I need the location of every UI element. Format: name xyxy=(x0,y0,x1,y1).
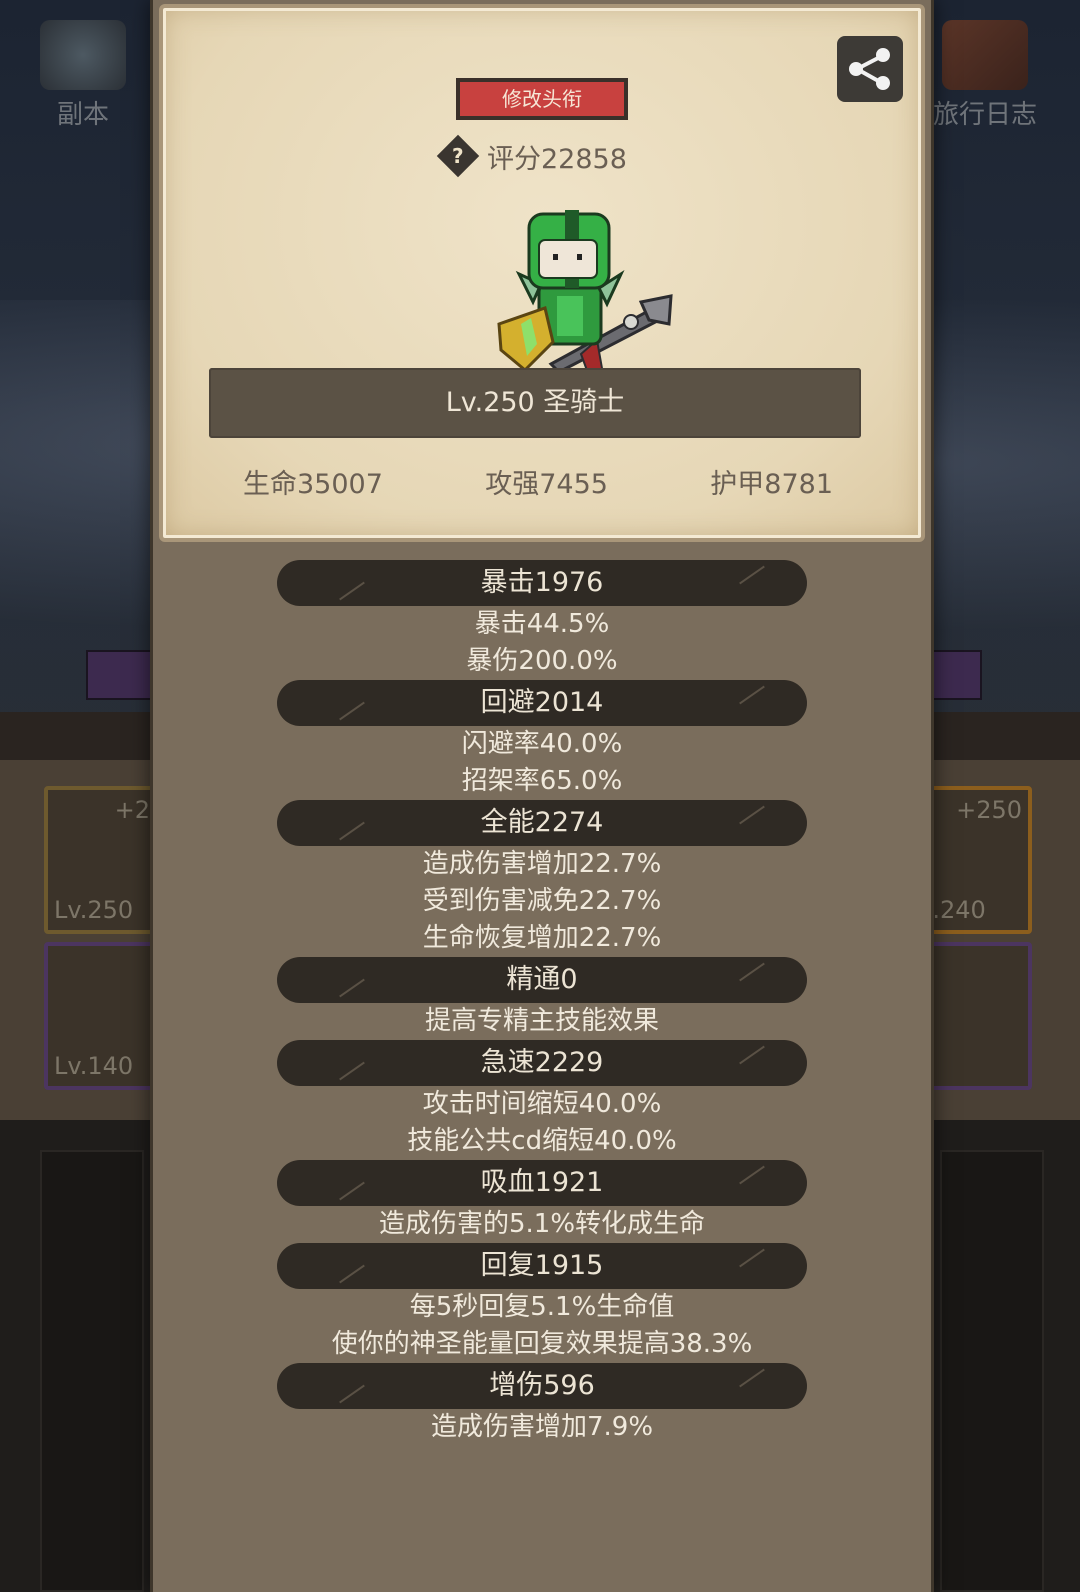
stat-title: 暴击1976 xyxy=(480,567,604,598)
stat-title: 回复1915 xyxy=(480,1250,604,1281)
stat-header-versatility: 全能2274 xyxy=(277,800,807,846)
equipment-slot[interactable]: Lv.140 xyxy=(44,942,160,1090)
equipment-slot[interactable]: +2 Lv.250 xyxy=(44,786,160,934)
stat-title: 回避2014 xyxy=(480,687,604,718)
stat-detail: 生命恢复增加22.7% xyxy=(422,923,662,953)
stat-detail: 每5秒回复5.1%生命值 xyxy=(409,1292,675,1322)
stat-detail: 攻击时间缩短40.0% xyxy=(422,1089,662,1119)
background-column xyxy=(40,1150,144,1592)
armor-stat: 护甲8781 xyxy=(710,469,833,500)
slot-level-label: Lv.250 xyxy=(54,896,134,924)
stat-title: 急速2229 xyxy=(480,1047,604,1078)
hp-stat: 生命35007 xyxy=(243,469,383,500)
stat-detail: 闪避率40.0% xyxy=(461,729,623,759)
class-level-banner: Lv.250 圣骑士 xyxy=(209,368,861,438)
slot-plus-label: +2 xyxy=(114,796,150,824)
travel-log-label: 旅行日志 xyxy=(932,100,1037,130)
stat-header-damage-bonus: 增伤596 xyxy=(277,1363,807,1409)
stat-header-avoidance: 回避2014 xyxy=(277,680,807,726)
stat-detail: 招架率65.0% xyxy=(461,766,623,796)
base-stats-row: 生命35007 攻强7455 护甲8781 xyxy=(193,462,883,506)
dungeon-nav-button[interactable]: 副本 xyxy=(28,20,138,131)
stat-title: 精通0 xyxy=(506,964,578,995)
attack-power-stat: 攻强7455 xyxy=(485,469,608,500)
stat-detail: 造成伤害增加7.9% xyxy=(430,1412,654,1442)
stat-detail: 提高专精主技能效果 xyxy=(424,1006,659,1036)
slot-level-label: Lv.140 xyxy=(54,1052,134,1080)
stat-header-mastery: 精通0 xyxy=(277,957,807,1003)
stat-detail: 暴伤200.0% xyxy=(466,646,618,676)
share-button[interactable] xyxy=(837,36,903,102)
stat-detail: 使你的神圣能量回复效果提高38.3% xyxy=(331,1329,753,1359)
dungeon-label: 副本 xyxy=(56,100,109,130)
stat-title: 吸血1921 xyxy=(480,1167,604,1198)
stat-detail: 造成伤害增加22.7% xyxy=(422,849,662,879)
score-row: ? 评分22858 xyxy=(436,134,627,178)
stat-header-regen: 回复1915 xyxy=(277,1243,807,1289)
stat-header-crit: 暴击1976 xyxy=(277,560,807,606)
background-column xyxy=(940,1150,1044,1592)
score-label: 评分22858 xyxy=(487,143,627,175)
stat-title: 增伤596 xyxy=(489,1370,595,1401)
paladin-character-icon xyxy=(497,210,673,376)
stat-title: 全能2274 xyxy=(480,807,604,838)
stat-detail: 造成伤害的5.1%转化成生命 xyxy=(378,1209,706,1239)
dungeon-icon xyxy=(40,20,126,90)
stat-header-leech: 吸血1921 xyxy=(277,1160,807,1206)
stat-detail: 暴击44.5% xyxy=(474,609,610,639)
secondary-stats-list: 暴击1976 暴击44.5% 暴伤200.0% 回避2014 闪避率40.0% … xyxy=(153,560,931,1446)
edit-title-button[interactable]: 修改头衔 xyxy=(456,78,628,120)
character-card: 修改头衔 ? 评分22858 Lv.250 圣骑士 生命35007 攻强7455… xyxy=(159,4,925,542)
stat-header-haste: 急速2229 xyxy=(277,1040,807,1086)
travel-log-book-icon xyxy=(942,20,1028,90)
character-stats-dialog: 修改头衔 ? 评分22858 Lv.250 圣骑士 生命35007 攻强7455… xyxy=(150,0,934,1592)
share-icon xyxy=(849,48,890,90)
travel-log-nav-button[interactable]: 旅行日志 xyxy=(920,20,1050,131)
stat-detail: 技能公共cd缩短40.0% xyxy=(407,1126,677,1156)
help-icon[interactable]: ? xyxy=(436,134,480,178)
stat-detail: 受到伤害减免22.7% xyxy=(422,886,662,916)
slot-plus-label: +250 xyxy=(956,796,1022,824)
help-glyph: ? xyxy=(452,143,464,168)
background-purple-bar-left xyxy=(86,650,160,700)
